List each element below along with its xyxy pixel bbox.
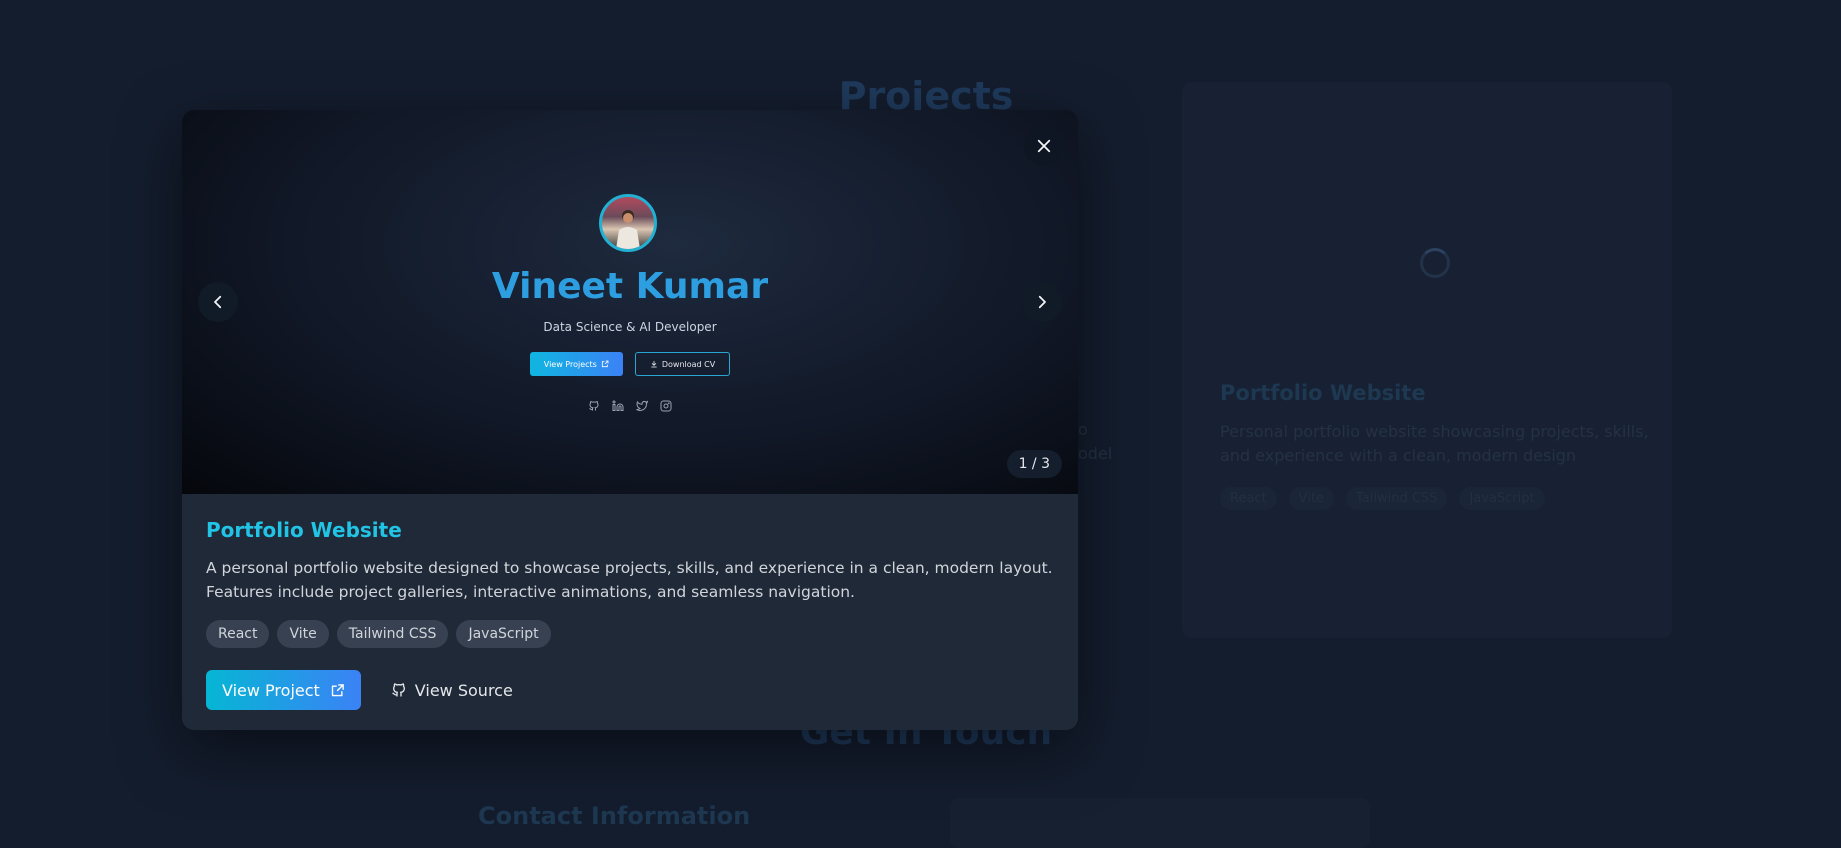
github-icon bbox=[588, 400, 600, 412]
twitter-icon bbox=[636, 400, 648, 412]
project-card-title: Portfolio Website bbox=[1220, 381, 1426, 405]
download-icon bbox=[650, 360, 658, 368]
preview-view-projects-button: View Projects bbox=[529, 352, 623, 376]
external-link-icon bbox=[601, 360, 609, 368]
project-card-description: Personal portfolio website showcasing pr… bbox=[1220, 422, 1649, 465]
loading-spinner-icon bbox=[1420, 248, 1450, 278]
close-icon bbox=[1035, 137, 1053, 155]
avatar bbox=[599, 194, 657, 252]
view-project-label: View Project bbox=[222, 680, 320, 700]
tech-tag: JavaScript bbox=[456, 620, 551, 648]
chevron-right-icon bbox=[1033, 293, 1051, 311]
preview-download-cv-label: Download CV bbox=[661, 359, 716, 369]
tech-tag: React bbox=[206, 620, 270, 648]
project-info: Portfolio Website A personal portfolio w… bbox=[206, 518, 1054, 710]
tag: React bbox=[1220, 487, 1277, 510]
contact-info-heading: Contact Information bbox=[478, 802, 751, 830]
tag: Vite bbox=[1288, 487, 1334, 510]
project-actions: View Project View Source bbox=[206, 670, 1054, 710]
image-gallery: Vineet Kumar Data Science & AI Developer… bbox=[182, 110, 1078, 494]
project-modal: Vineet Kumar Data Science & AI Developer… bbox=[182, 110, 1078, 730]
instagram-icon bbox=[660, 400, 672, 412]
text-fragment: odel bbox=[1078, 444, 1113, 463]
tag: JavaScript bbox=[1459, 487, 1545, 510]
github-icon bbox=[391, 682, 407, 698]
tech-tags: React Vite Tailwind CSS JavaScript bbox=[206, 620, 1054, 648]
view-source-link[interactable]: View Source bbox=[391, 681, 513, 700]
tech-tag: Vite bbox=[277, 620, 329, 648]
preview-role: Data Science & AI Developer bbox=[543, 320, 717, 334]
image-counter: 1 / 3 bbox=[1006, 450, 1062, 478]
previous-image-button[interactable] bbox=[198, 282, 238, 322]
linkedin-icon bbox=[612, 400, 624, 412]
view-source-label: View Source bbox=[414, 680, 513, 700]
tech-tag: Tailwind CSS bbox=[336, 620, 449, 648]
preview-name: Vineet Kumar bbox=[491, 266, 769, 307]
preview-social-links bbox=[182, 400, 1078, 412]
close-button[interactable] bbox=[1024, 126, 1064, 166]
project-description: A personal portfolio website designed to… bbox=[206, 559, 1053, 601]
project-card-tags: React Vite Tailwind CSS JavaScript bbox=[1220, 487, 1545, 510]
preview-actions: View Projects Download CV bbox=[182, 352, 1078, 376]
project-title: Portfolio Website bbox=[206, 518, 402, 542]
tag: Tailwind CSS bbox=[1346, 487, 1448, 510]
view-project-button[interactable]: View Project bbox=[206, 670, 361, 710]
next-image-button[interactable] bbox=[1022, 282, 1062, 322]
preview-view-projects-label: View Projects bbox=[543, 359, 597, 369]
contact-form-field bbox=[950, 798, 1370, 848]
external-link-icon bbox=[330, 683, 345, 698]
preview-download-cv-button: Download CV bbox=[634, 352, 731, 376]
chevron-left-icon bbox=[209, 293, 227, 311]
project-card bbox=[1182, 82, 1672, 638]
text-fragment: o bbox=[1078, 420, 1088, 439]
